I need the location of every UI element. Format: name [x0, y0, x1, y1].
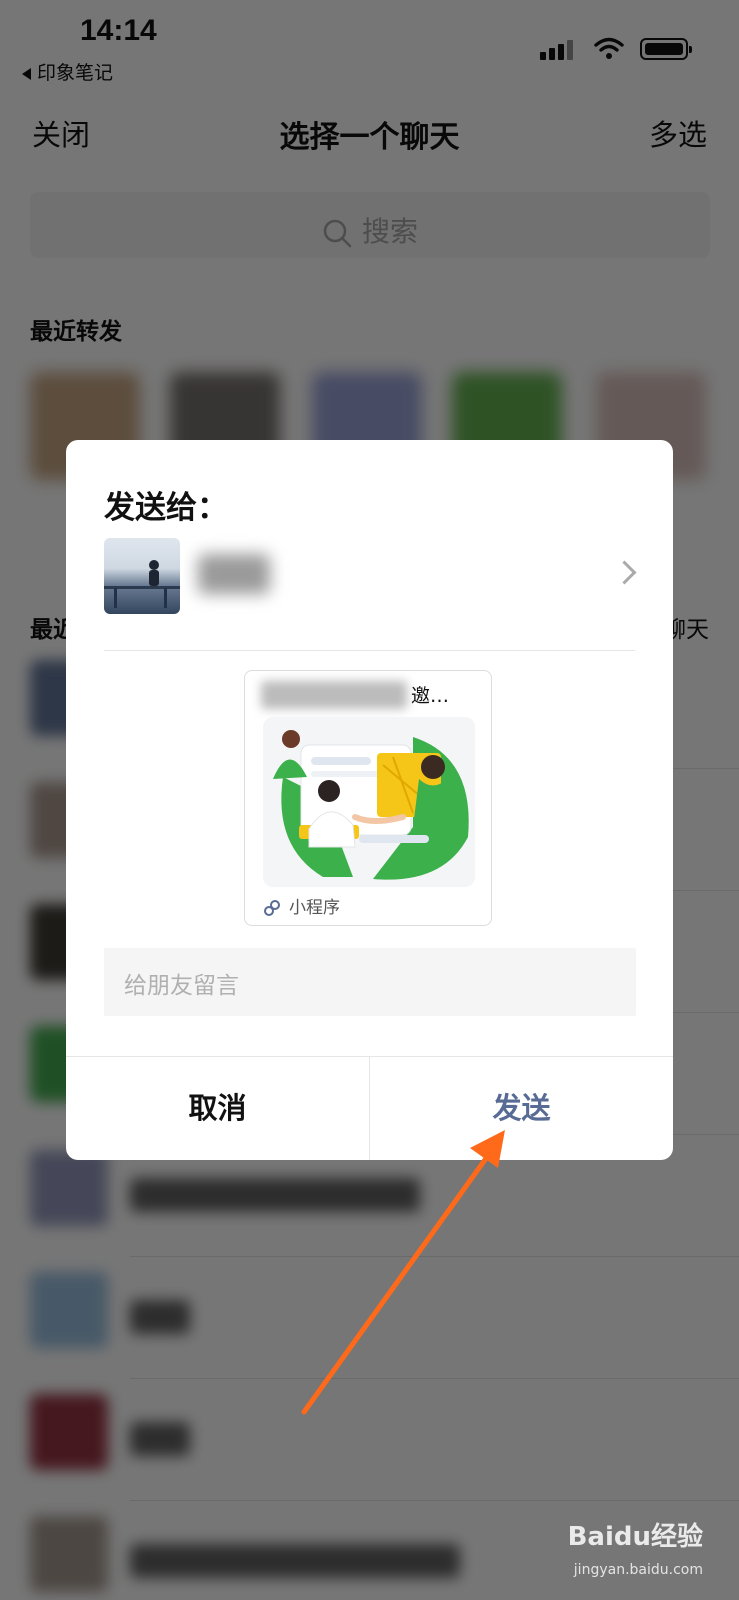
annotation-arrow-icon: [301, 1130, 505, 1415]
watermark-url: jingyan.baidu.com: [573, 1562, 703, 1578]
watermark-logo: Baidu经验: [567, 1522, 703, 1552]
